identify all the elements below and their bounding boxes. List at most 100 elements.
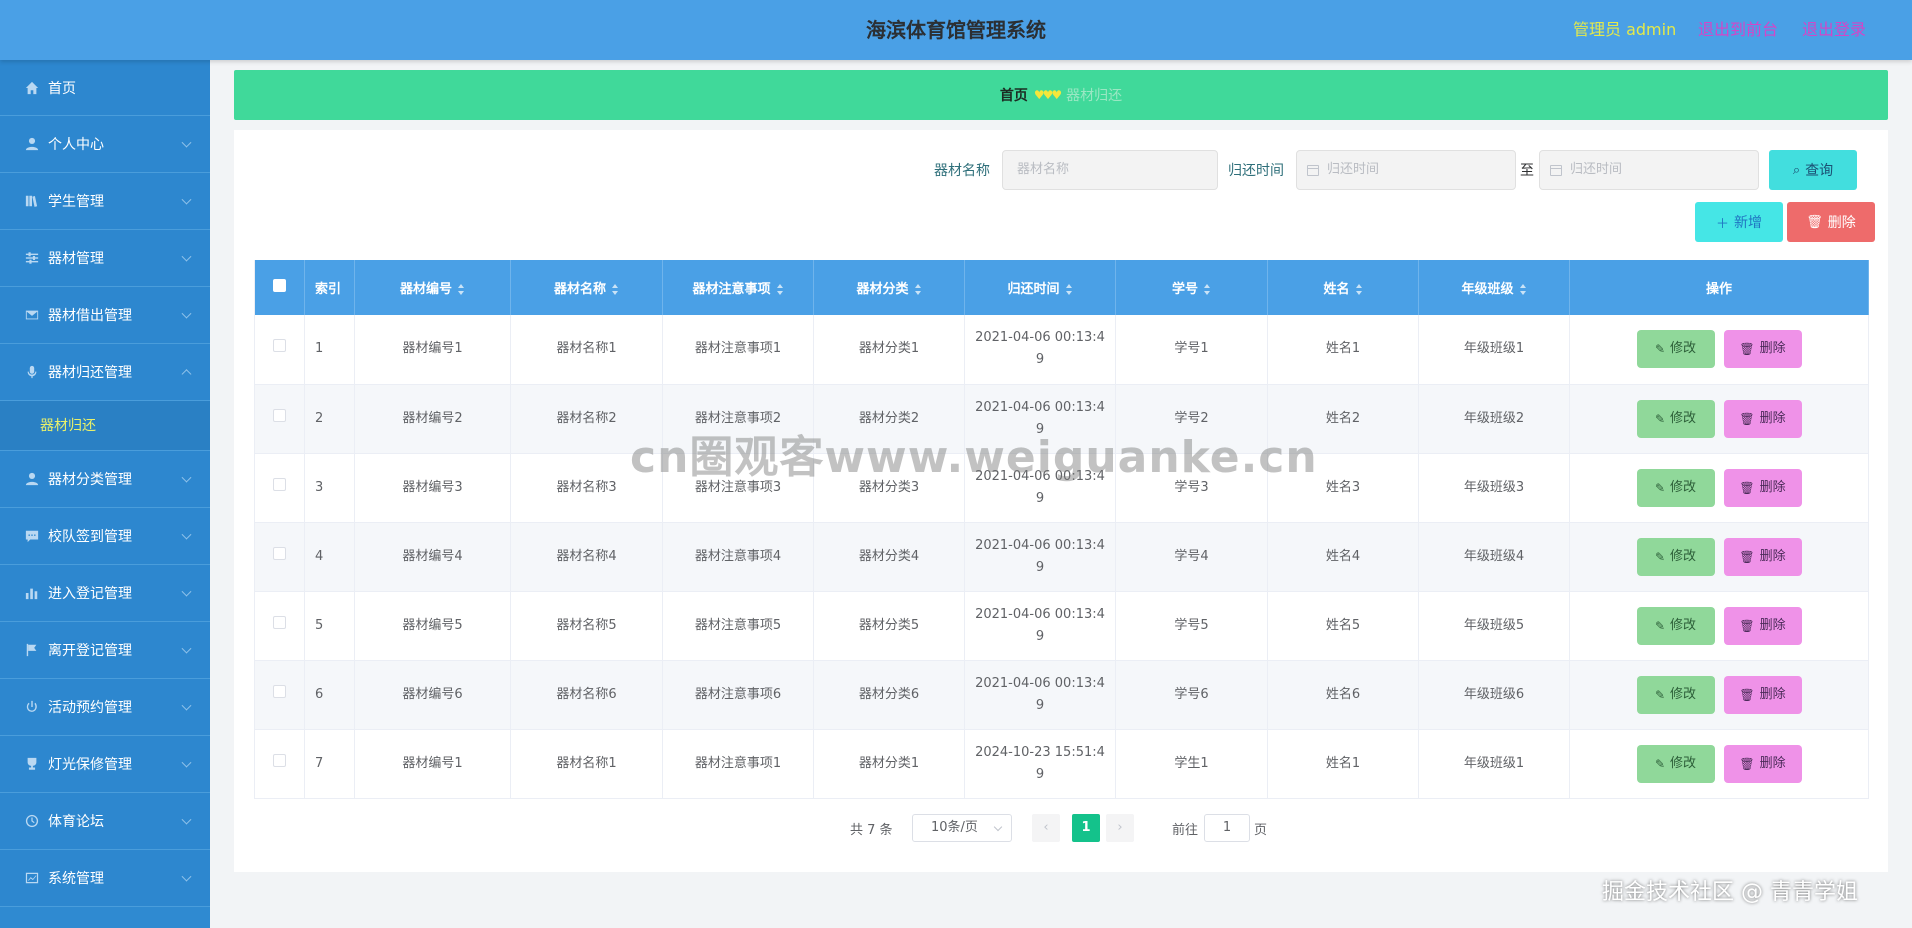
content-panel: 器材名称 器材名称 归还时间 归还时间 至 归还时间 ⌕ 查询 ＋ 新增 🗑 删… bbox=[234, 130, 1888, 872]
table-row[interactable]: 2 器材编号2 器材名称2 器材注意事项2 器材分类2 2021-04-06 00:13:… bbox=[254, 384, 1869, 454]
sidebar-item-10[interactable]: 活动预约管理 bbox=[0, 679, 210, 736]
cell-return-time: 2021-04-06 00:13:4 9 bbox=[964, 522, 1116, 592]
sidebar-item-7[interactable]: 校队签到管理 bbox=[0, 508, 210, 565]
page-1-button[interactable]: 1 bbox=[1072, 814, 1100, 842]
sidebar-item-5[interactable]: 器材归还管理 bbox=[0, 344, 210, 401]
next-page-button[interactable]: › bbox=[1106, 814, 1134, 842]
sort-icon[interactable] bbox=[1519, 284, 1527, 295]
cell-index: 5 bbox=[304, 591, 355, 661]
edit-button[interactable]: ✎ 修改 bbox=[1636, 399, 1715, 438]
table-row[interactable]: 1 器材编号1 器材名称1 器材注意事项1 器材分类1 2021-04-06 00:13:… bbox=[254, 315, 1869, 385]
sidebar-item-1[interactable]: 个人中心 bbox=[0, 116, 210, 173]
row-checkbox-cell[interactable] bbox=[254, 522, 305, 592]
col-grade-class[interactable]: 年级班级 bbox=[1418, 260, 1570, 315]
delete-button[interactable]: 🗑 删除 bbox=[1723, 330, 1802, 369]
user-icon bbox=[24, 471, 40, 487]
edit-button[interactable]: ✎ 修改 bbox=[1636, 606, 1715, 645]
row-checkbox-cell[interactable] bbox=[254, 453, 305, 523]
col-category[interactable]: 器材分类 bbox=[813, 260, 965, 315]
sidebar-item-8[interactable]: 进入登记管理 bbox=[0, 565, 210, 622]
submenu-item-equipment-return[interactable]: 器材归还 bbox=[0, 401, 210, 451]
cell-return-time: 2021-04-06 00:13:4 9 bbox=[964, 453, 1116, 523]
delete-button[interactable]: 🗑 删除 bbox=[1723, 468, 1802, 507]
row-checkbox-cell[interactable] bbox=[254, 591, 305, 661]
col-student-name[interactable]: 姓名 bbox=[1267, 260, 1419, 315]
row-checkbox[interactable] bbox=[273, 477, 286, 491]
breadcrumb-home[interactable]: 首页 bbox=[1000, 85, 1028, 105]
page-unit-label: 页 bbox=[1254, 823, 1268, 838]
breadcrumb-separator: ♥♥♥ bbox=[1033, 88, 1062, 102]
sort-icon[interactable] bbox=[1204, 284, 1211, 295]
col-name[interactable]: 器材名称 bbox=[510, 260, 663, 315]
sidebar-item-13[interactable]: 系统管理 bbox=[0, 850, 210, 907]
delete-button[interactable]: 🗑 删除 bbox=[1723, 537, 1802, 576]
table-row[interactable]: 5 器材编号5 器材名称5 器材注意事项5 器材分类5 2021-04-06 00:13:… bbox=[254, 591, 1869, 661]
sort-icon[interactable] bbox=[1355, 284, 1363, 295]
row-checkbox[interactable] bbox=[273, 546, 286, 560]
row-checkbox-cell[interactable] bbox=[254, 660, 305, 730]
batch-delete-button[interactable]: 🗑 删除 bbox=[1787, 202, 1875, 242]
prev-page-button[interactable]: ‹ bbox=[1032, 814, 1060, 842]
cell-category: 器材分类5 bbox=[813, 591, 965, 661]
row-checkbox-cell[interactable] bbox=[254, 729, 305, 799]
col-student-no[interactable]: 学号 bbox=[1115, 260, 1268, 315]
edit-button[interactable]: ✎ 修改 bbox=[1636, 330, 1715, 369]
delete-button[interactable]: 🗑 删除 bbox=[1723, 399, 1802, 438]
edit-button[interactable]: ✎ 修改 bbox=[1636, 537, 1715, 576]
select-all-checkbox[interactable] bbox=[273, 279, 286, 292]
cell-index: 6 bbox=[304, 660, 355, 730]
sidebar-item-6[interactable]: 器材分类管理 bbox=[0, 451, 210, 508]
table-row[interactable]: 7 器材编号1 器材名称1 器材注意事项1 器材分类1 2024-10-23 15:51:… bbox=[254, 729, 1869, 799]
edit-button[interactable]: ✎ 修改 bbox=[1636, 744, 1715, 783]
sidebar-item-3[interactable]: 器材管理 bbox=[0, 230, 210, 287]
row-checkbox[interactable] bbox=[273, 684, 286, 698]
row-checkbox[interactable] bbox=[273, 339, 286, 353]
sidebar-item-label: 校队签到管理 bbox=[48, 529, 132, 545]
row-checkbox-cell[interactable] bbox=[254, 384, 305, 454]
exit-to-front-link[interactable]: 退出到前台 bbox=[1698, 0, 1778, 60]
row-checkbox[interactable] bbox=[273, 615, 286, 629]
edit-button[interactable]: ✎ 修改 bbox=[1636, 468, 1715, 507]
chart-icon bbox=[24, 870, 40, 886]
row-checkbox-cell[interactable] bbox=[254, 315, 305, 385]
sidebar-item-12[interactable]: 体育论坛 bbox=[0, 793, 210, 850]
chevron-down-icon bbox=[181, 757, 192, 768]
page-size-select[interactable]: 10条/页 bbox=[912, 814, 1012, 842]
delete-button[interactable]: 🗑 删除 bbox=[1723, 675, 1802, 714]
sort-icon[interactable] bbox=[914, 284, 922, 295]
cell-ops: ✎ 修改 🗑 删除 bbox=[1569, 384, 1869, 454]
sort-icon[interactable] bbox=[1065, 284, 1073, 295]
sidebar-item-4[interactable]: 器材借出管理 bbox=[0, 287, 210, 344]
sort-icon[interactable] bbox=[458, 284, 465, 295]
delete-label: 删除 bbox=[1759, 341, 1786, 357]
logout-link[interactable]: 退出登录 bbox=[1802, 0, 1866, 60]
edit-button[interactable]: ✎ 修改 bbox=[1636, 675, 1715, 714]
sidebar-item-9[interactable]: 离开登记管理 bbox=[0, 622, 210, 679]
sidebar-item-11[interactable]: 灯光保修管理 bbox=[0, 736, 210, 793]
row-checkbox[interactable] bbox=[273, 753, 286, 767]
col-notes[interactable]: 器材注意事项 bbox=[662, 260, 814, 315]
return-time-end-input[interactable]: 归还时间 bbox=[1539, 150, 1759, 190]
table-row[interactable]: 3 器材编号3 器材名称3 器材注意事项3 器材分类3 2021-04-06 00:13:… bbox=[254, 453, 1869, 523]
sidebar-item-2[interactable]: 学生管理 bbox=[0, 173, 210, 230]
add-button[interactable]: ＋ 新增 bbox=[1695, 202, 1783, 242]
select-all-cell[interactable] bbox=[254, 260, 305, 315]
table-row[interactable]: 6 器材编号6 器材名称6 器材注意事项6 器材分类6 2021-04-06 00:13:… bbox=[254, 660, 1869, 730]
sort-icon[interactable] bbox=[776, 284, 784, 295]
range-separator: 至 bbox=[1520, 163, 1534, 179]
goto-page-input[interactable]: 1 bbox=[1204, 814, 1250, 842]
return-time-start-input[interactable]: 归还时间 bbox=[1296, 150, 1516, 190]
table-row[interactable]: 4 器材编号4 器材名称4 器材注意事项4 器材分类4 2021-04-06 00:13:… bbox=[254, 522, 1869, 592]
delete-button[interactable]: 🗑 删除 bbox=[1723, 744, 1802, 783]
query-button[interactable]: ⌕ 查询 bbox=[1769, 150, 1857, 190]
sidebar-item-0[interactable]: 首页 bbox=[0, 60, 210, 116]
col-return-time[interactable]: 归还时间 bbox=[964, 260, 1116, 315]
delete-button[interactable]: 🗑 删除 bbox=[1723, 606, 1802, 645]
cell-return-time: 2021-04-06 00:13:4 9 bbox=[964, 384, 1116, 454]
row-checkbox[interactable] bbox=[273, 408, 286, 422]
col-code[interactable]: 器材编号 bbox=[354, 260, 511, 315]
equipment-name-input[interactable]: 器材名称 bbox=[1002, 150, 1218, 190]
chevron-down-icon bbox=[181, 472, 192, 483]
sidebar-item-label: 系统管理 bbox=[48, 871, 104, 887]
sort-icon[interactable] bbox=[612, 284, 619, 295]
